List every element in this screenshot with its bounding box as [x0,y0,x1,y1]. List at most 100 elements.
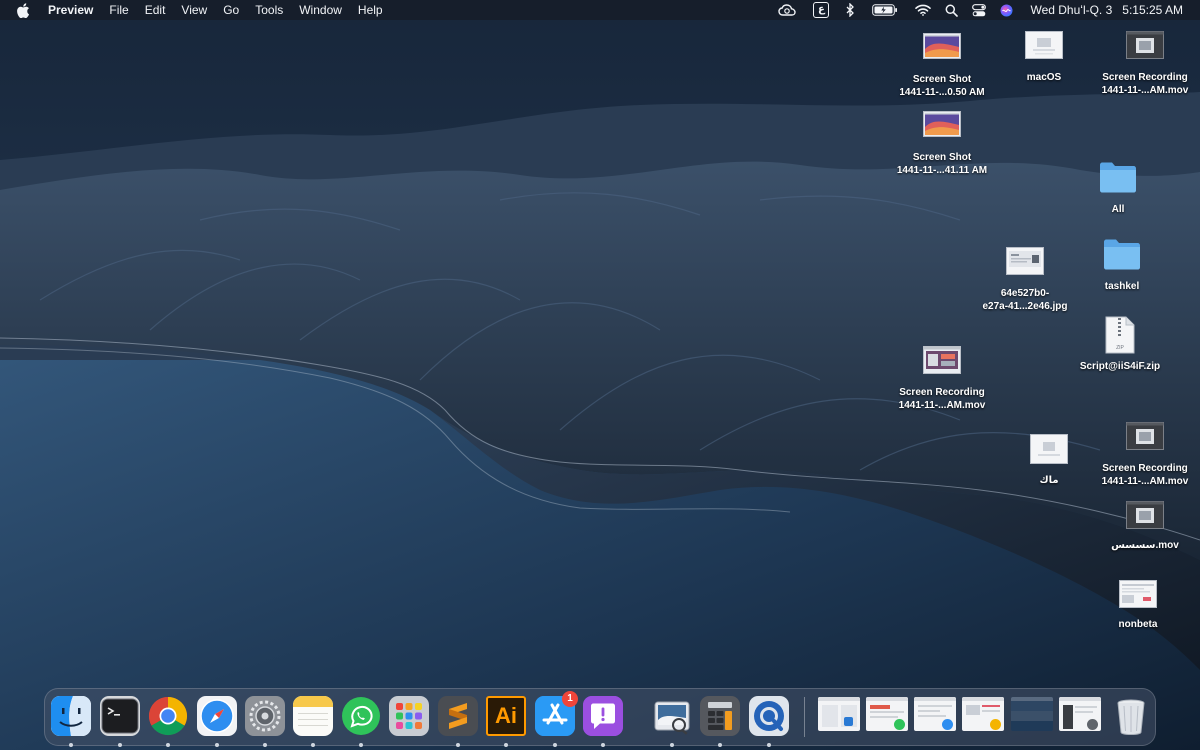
calculator-icon [700,696,740,736]
dock-chrome[interactable] [147,695,189,747]
running-indicator [504,743,508,747]
dock-feedback-assistant[interactable] [582,695,624,747]
dock-notes[interactable] [292,695,334,747]
launchpad-icon [396,703,422,729]
screen-recording-file-1[interactable]: Screen Recording 1441-11-...AM.mov [1080,31,1200,97]
menu-file[interactable]: File [101,0,136,20]
file-sublabel: 1441-11-...41.11 AM [896,165,988,176]
menu-app-preview[interactable]: Preview [46,0,101,20]
file-label: Screen Recording [899,387,985,398]
minimized-window-2[interactable] [866,697,908,731]
siri-icon[interactable] [993,0,1020,20]
terminal-icon [101,698,139,734]
screen-recording-file-2[interactable]: Screen Recording 1441-11-...AM.mov [877,346,1007,412]
screenshot-thumbnail-icon [923,111,961,137]
gear-icon [249,700,281,732]
running-indicator [670,743,674,747]
file-sublabel: 1441-11-...0.50 AM [899,87,985,98]
spotlight-icon[interactable] [938,0,965,20]
minimized-window-1[interactable] [818,697,860,731]
folder-icon [1104,239,1140,270]
minimized-window-6[interactable] [1059,697,1101,731]
running-indicator [456,743,460,747]
running-indicator [69,743,73,747]
apple-menu-icon[interactable] [17,2,31,18]
file-label: Screen Shot [912,152,972,163]
notes-icon [293,696,333,726]
bluetooth-icon[interactable] [839,0,862,20]
finder-icon [51,696,91,736]
illustrator-icon: Ai [486,696,526,736]
feedback-icon [583,696,623,736]
dock-whatsapp[interactable] [340,695,382,747]
folder-label: tashkel [1104,281,1140,292]
screen-recording-file-3[interactable]: Screen Recording 1441-11-...AM.mov [1080,422,1200,488]
menu-bar: Preview File Edit View Go Tools Window H… [0,0,1200,20]
menu-window[interactable]: Window [291,0,350,20]
dock-quicktime[interactable] [748,695,790,747]
dock-safari[interactable] [196,695,238,747]
menubar-date[interactable]: Wed Dhuʻl-Q. 3 [1020,0,1118,20]
dock-launchpad[interactable] [388,695,430,737]
running-indicator [553,743,557,747]
image-thumbnail-icon [1006,247,1044,275]
nonbeta-file[interactable]: nonbeta [1073,580,1200,631]
wifi-icon[interactable] [908,0,938,20]
menu-view[interactable]: View [173,0,215,20]
minimized-window-4[interactable] [962,697,1004,731]
input-source-icon[interactable]: ع [806,0,839,20]
running-indicator [166,743,170,747]
screenshot-file-2[interactable]: Screen Shot 1441-11-...41.11 AM [877,111,1007,177]
creative-cloud-icon[interactable] [771,0,806,20]
battery-icon[interactable] [862,0,908,20]
folder-icon [1100,162,1136,193]
running-indicator [718,743,722,747]
menu-go[interactable]: Go [215,0,247,20]
dock-app-store[interactable]: 1 [534,691,578,747]
menu-tools[interactable]: Tools [247,0,291,20]
preview-icon [654,701,690,735]
trash-icon [1117,699,1145,736]
video-thumbnail-icon [923,346,961,374]
control-center-icon[interactable] [965,0,993,20]
file-sublabel: 1441-11-...AM.mov [1101,476,1189,487]
whatsapp-icon [342,697,380,735]
dock-separator [804,697,805,737]
folder-all[interactable]: All [1053,161,1183,216]
desktop-wallpaper [0,0,1200,750]
running-indicator [263,743,267,747]
file-label: سسسس.mov [1111,540,1179,551]
menubar-time[interactable]: 5:15:25 AM [1118,0,1200,20]
dock-preview[interactable] [651,695,693,747]
minimized-window-3[interactable] [914,697,956,731]
running-indicator [118,743,122,747]
document-thumbnail-icon [1030,434,1068,464]
dock-finder[interactable] [50,695,92,747]
video-thumbnail-icon [1126,422,1164,450]
dock-trash[interactable] [1110,695,1152,737]
dock-sublime-text[interactable] [437,695,479,747]
screenshot-thumbnail-icon [923,33,961,59]
notification-badge: 1 [562,691,578,707]
file-sublabel: e27a-41...2e46.jpg [982,301,1068,312]
document-thumbnail-icon [1119,580,1157,608]
video-thumbnail-icon [1126,501,1164,529]
dock-calculator[interactable] [699,695,741,747]
folder-tashkel[interactable]: tashkel [1057,238,1187,293]
dock-terminal[interactable] [99,695,141,747]
dock: Ai 1 [44,688,1156,747]
menu-help[interactable]: Help [350,0,391,20]
zip-file-script[interactable]: ZIP Script@iiS4iF.zip [1055,316,1185,373]
chrome-icon [148,696,188,736]
menu-edit[interactable]: Edit [137,0,174,20]
dock-system-preferences[interactable] [244,695,286,747]
arabic-mov-file[interactable]: سسسس.mov [1080,501,1200,552]
running-indicator [601,743,605,747]
file-label: Screen Recording [1102,463,1188,474]
file-label: Script@iiS4iF.zip [1079,361,1161,372]
quicktime-icon [749,696,789,736]
file-label: Screen Recording [1102,72,1188,83]
dock-illustrator[interactable]: Ai [485,695,527,747]
safari-icon [200,699,234,733]
minimized-window-5[interactable] [1011,697,1053,731]
